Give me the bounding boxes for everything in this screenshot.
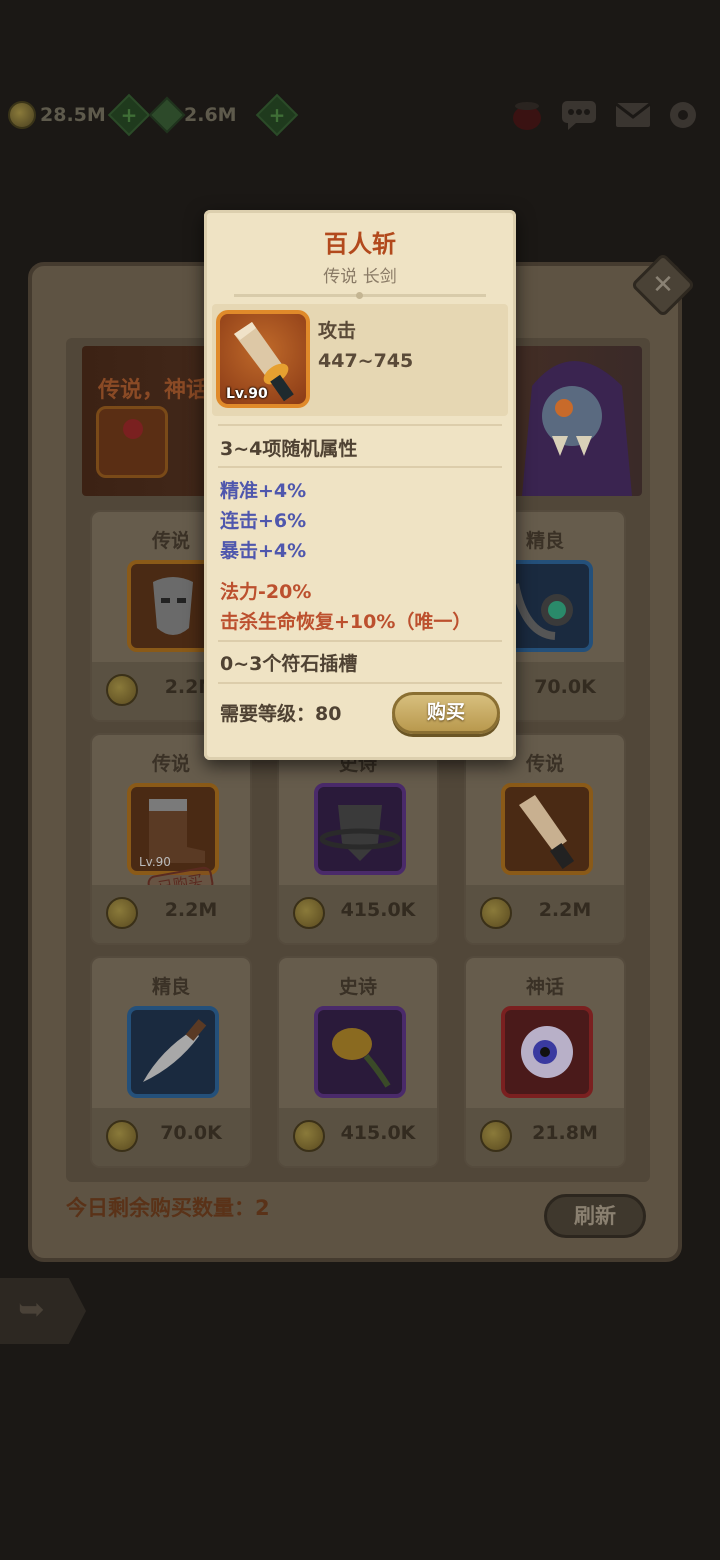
shop-item-card[interactable]: 史诗 415.0K <box>277 733 439 945</box>
item-price: 70.0K <box>534 676 596 698</box>
staff-icon <box>96 406 168 478</box>
required-level: 需要等级：80 <box>220 703 342 725</box>
stat-value: 447~745 <box>318 350 414 372</box>
eyeball-icon <box>501 1006 593 1098</box>
gem-icon <box>148 96 186 134</box>
gold-coin-icon <box>480 897 512 929</box>
gold-coin-icon <box>8 101 36 129</box>
gold-coin-icon <box>106 897 138 929</box>
gold-counter: 28.5M <box>8 100 106 130</box>
gold-coin-icon <box>106 674 138 706</box>
price-tag: 2.2M <box>466 885 624 943</box>
blue-attribute: 暴击+4% <box>220 540 307 562</box>
back-arrow-icon: ➥ <box>18 1290 45 1328</box>
remaining-purchases-text: 今日剩余购买数量：2 <box>66 1196 270 1220</box>
item-level: Lv.90 <box>226 386 268 402</box>
divider <box>218 640 502 642</box>
item-name: 百人斩 <box>324 230 396 258</box>
add-gem-button[interactable]: + <box>255 93 299 137</box>
price-tag: 70.0K <box>92 1108 250 1166</box>
price-tag: 2.2M <box>92 885 250 943</box>
stat-name: 攻击 <box>318 320 357 342</box>
add-gold-button[interactable]: + <box>107 93 151 137</box>
divider <box>218 466 502 468</box>
item-rarity: 精良 <box>151 976 190 998</box>
price-tag: 415.0K <box>279 885 437 943</box>
shop-item-card[interactable]: 史诗 415.0K <box>277 956 439 1168</box>
buy-button[interactable]: 购买 <box>392 692 500 734</box>
red-attribute: 击杀生命恢复+10%（唯一） <box>220 611 472 633</box>
cleaver-sword-icon <box>501 783 593 875</box>
blue-attribute: 连击+6% <box>220 510 307 532</box>
shield-icon <box>314 783 406 875</box>
chat-icon[interactable] <box>560 98 598 132</box>
dagger-icon <box>127 1006 219 1098</box>
shop-item-card[interactable]: 神话 21.8M <box>464 956 626 1168</box>
item-type: 传说 长剑 <box>323 267 397 287</box>
top-hud: 28.5M + 2.6M + <box>0 88 720 144</box>
item-price: 21.8M <box>532 1122 598 1144</box>
gem-amount: 2.6M <box>184 104 237 126</box>
gold-coin-icon <box>480 1120 512 1152</box>
gem-counter: 2.6M <box>148 96 237 134</box>
potion-icon[interactable] <box>508 98 546 132</box>
item-level: Lv.90 <box>139 855 171 869</box>
plant-bulb-icon <box>314 1006 406 1098</box>
random-attr-count: 3~4项随机属性 <box>220 438 358 460</box>
item-price: 2.2M <box>164 899 218 921</box>
price-tag: 21.8M <box>466 1108 624 1166</box>
close-icon: ✕ <box>652 270 674 300</box>
banner-text: 传说，神话 <box>98 378 209 403</box>
settings-icon[interactable] <box>664 98 702 132</box>
divider <box>218 682 502 684</box>
item-price: 70.0K <box>160 1122 222 1144</box>
item-rarity: 神话 <box>525 976 564 998</box>
blue-attribute: 精准+4% <box>220 480 307 502</box>
item-price: 415.0K <box>340 1122 416 1144</box>
gold-coin-icon <box>106 1120 138 1152</box>
socket-count: 0~3个符石插槽 <box>220 653 358 675</box>
item-price: 415.0K <box>340 899 416 921</box>
shop-item-card[interactable]: 传说 Lv.90 已购买 2.2M <box>90 733 252 945</box>
divider <box>234 292 486 299</box>
cleaver-sword-icon: Lv.90 <box>216 310 310 408</box>
mail-icon[interactable] <box>614 98 652 132</box>
gold-coin-icon <box>293 1120 325 1152</box>
villain-character <box>522 361 632 496</box>
shop-item-card[interactable]: 精良 70.0K <box>90 956 252 1168</box>
divider <box>218 424 502 426</box>
shop-item-card[interactable]: 传说 2.2M <box>464 733 626 945</box>
red-attribute: 法力-20% <box>220 581 312 603</box>
gold-amount: 28.5M <box>40 104 106 126</box>
item-rarity: 史诗 <box>338 976 377 998</box>
price-tag: 415.0K <box>279 1108 437 1166</box>
refresh-button[interactable]: 刷新 <box>544 1194 646 1238</box>
item-detail-popup: 百人斩 传说 长剑 Lv.90 攻击 447~745 3~4项随机属性 精准+4… <box>204 210 516 760</box>
item-price: 2.2M <box>538 899 592 921</box>
back-button[interactable]: ➥ <box>0 1278 86 1344</box>
boots-icon: Lv.90 <box>127 783 219 875</box>
gold-coin-icon <box>293 897 325 929</box>
